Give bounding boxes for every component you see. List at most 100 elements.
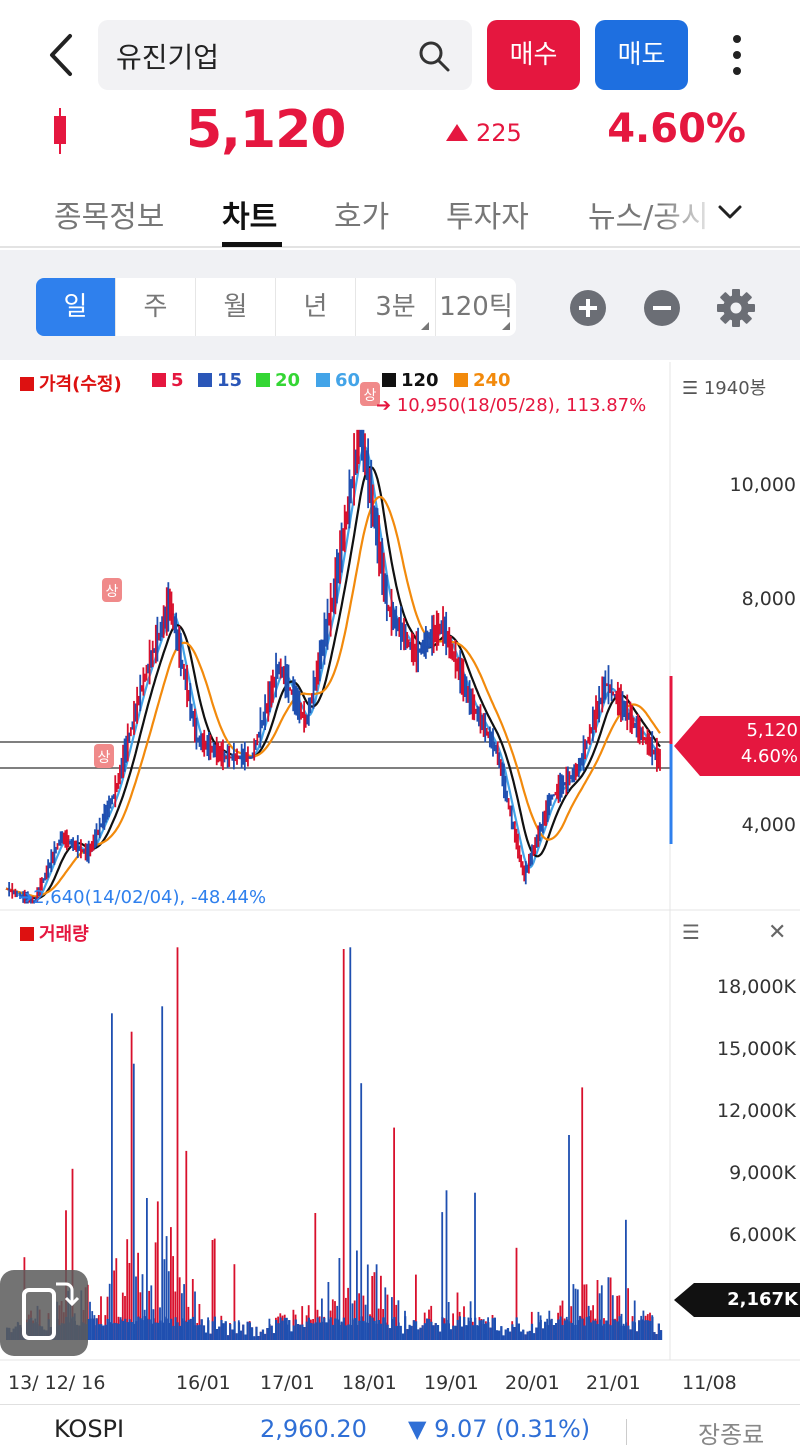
zoom-in-icon[interactable] — [570, 290, 606, 326]
legend-swatch — [256, 373, 270, 387]
volume-bar-base — [544, 1321, 547, 1340]
x-axis-label: 19/01 — [424, 1372, 479, 1394]
volume-bar-base — [154, 1322, 157, 1340]
volume-bar-base — [598, 1319, 601, 1340]
limit-up-marker: 상 — [94, 744, 114, 768]
tab-stock-info[interactable]: 종목정보 — [54, 192, 164, 236]
volume-bar-base — [642, 1320, 645, 1340]
volume-bar-base — [557, 1319, 560, 1340]
volume-bar-base — [200, 1319, 203, 1340]
zoom-out-icon[interactable] — [644, 290, 680, 326]
volume-bar-base — [307, 1317, 310, 1340]
volume-bar-base — [552, 1325, 555, 1340]
price-axis-label: 8,000 — [741, 588, 796, 610]
volume-bar-base — [121, 1320, 125, 1340]
volume-bar-base — [102, 1325, 105, 1340]
volume-bar-base — [458, 1316, 461, 1340]
volume-bar-base — [294, 1319, 297, 1340]
volume-bar — [111, 1013, 113, 1340]
stock-chart[interactable]: 상 상 상 — [0, 362, 800, 1402]
volume-bar-base — [480, 1320, 483, 1340]
back-icon[interactable] — [40, 30, 84, 80]
volume-bar-base — [660, 1330, 663, 1340]
volume-bar-base — [233, 1321, 236, 1340]
volume-bar-base — [135, 1321, 138, 1340]
volume-bar-base — [581, 1318, 584, 1340]
period-120tick[interactable]: 120틱 — [436, 278, 516, 336]
volume-bar-base — [504, 1329, 507, 1340]
limit-up-marker: 상 — [102, 578, 122, 602]
period-day[interactable]: 일 — [36, 278, 116, 336]
volume-bar-base — [259, 1331, 262, 1340]
volume-bar — [393, 1127, 395, 1340]
volume-bar-base — [150, 1323, 153, 1340]
tab-investors[interactable]: 투자자 — [446, 192, 529, 236]
volume-bar-base — [143, 1316, 146, 1340]
volume-bar-base — [395, 1325, 398, 1340]
volume-bar-base — [616, 1321, 619, 1340]
volume-bar-base — [635, 1331, 639, 1340]
volume-bar-base — [541, 1328, 545, 1340]
volume-bar-base — [251, 1327, 254, 1340]
current-price-tag-value: 5,120 — [746, 720, 798, 741]
volume-bar-base — [465, 1325, 468, 1340]
volume-bar-base — [513, 1327, 516, 1340]
volume-bar-base — [498, 1330, 501, 1340]
volume-bar-base — [426, 1318, 429, 1340]
volume-bar-base — [646, 1320, 650, 1340]
index-ticker-bar[interactable]: KOSPI 2,960.20 ▼ 9.07 (0.31%) 장종료 — [0, 1404, 800, 1456]
buy-button[interactable]: 매수 — [487, 20, 580, 90]
volume-bar-base — [270, 1325, 273, 1340]
volume-bar-base — [224, 1321, 227, 1340]
volume-bar-base — [369, 1316, 372, 1340]
volume-bar-base — [607, 1324, 610, 1340]
volume-bar-base — [653, 1332, 656, 1340]
volume-bar-base — [104, 1324, 107, 1340]
period-120tick-label: 120틱 — [439, 292, 513, 322]
period-week[interactable]: 주 — [116, 278, 196, 336]
volume-bar-base — [277, 1323, 280, 1340]
volume-bar-base — [132, 1323, 136, 1340]
volume-bar — [445, 1190, 448, 1340]
volume-bar-base — [362, 1320, 365, 1340]
price-axis-label: 4,000 — [741, 814, 796, 836]
volume-bar-base — [461, 1326, 464, 1340]
search-box[interactable]: 유진기업 — [98, 20, 472, 90]
legend-ma60-label: 60 — [335, 370, 361, 391]
volume-bar-base — [436, 1325, 440, 1340]
rotate-screen-button[interactable] — [0, 1270, 88, 1356]
chevron-down-icon[interactable] — [716, 198, 744, 226]
sell-button[interactable]: 매도 — [595, 20, 688, 90]
close-icon[interactable]: ✕ — [768, 920, 786, 945]
volume-bar-base — [401, 1333, 405, 1340]
tab-order-book[interactable]: 호가 — [334, 192, 389, 236]
volume-bar-base — [587, 1316, 590, 1340]
gear-icon[interactable] — [716, 288, 756, 328]
bar-count[interactable]: ☰ 1940봉 — [682, 374, 766, 400]
tab-fade — [660, 180, 720, 246]
volume-menu-icon[interactable]: ☰ — [682, 920, 700, 944]
search-icon[interactable] — [416, 38, 452, 74]
period-month[interactable]: 월 — [196, 278, 276, 336]
period-year[interactable]: 년 — [276, 278, 356, 336]
volume-bar-base — [469, 1317, 472, 1340]
volume-bar-base — [502, 1335, 505, 1340]
volume-bar-base — [364, 1322, 367, 1340]
volume-bar-base — [349, 1325, 352, 1340]
legend-swatch — [198, 373, 212, 387]
volume-bar-base — [334, 1318, 337, 1340]
search-input[interactable]: 유진기업 — [116, 36, 219, 76]
tab-active-underline — [222, 242, 282, 247]
period-3min[interactable]: 3분 — [356, 278, 436, 336]
index-value: 2,960.20 — [260, 1415, 367, 1443]
more-menu-icon[interactable] — [722, 30, 752, 80]
volume-bar-base — [454, 1325, 457, 1340]
legend-ma15-label: 15 — [217, 370, 243, 391]
volume-bar-base — [275, 1320, 278, 1340]
volume-bar-base — [303, 1327, 306, 1340]
top-bar: 유진기업 매수 매도 — [0, 0, 800, 100]
tab-chart[interactable]: 차트 — [222, 192, 277, 236]
tab-bar: 종목정보 차트 호가 투자자 뉴스/공시 — [0, 180, 800, 248]
x-axis-label: 16/01 — [176, 1372, 231, 1394]
volume-bar-base — [419, 1327, 422, 1340]
